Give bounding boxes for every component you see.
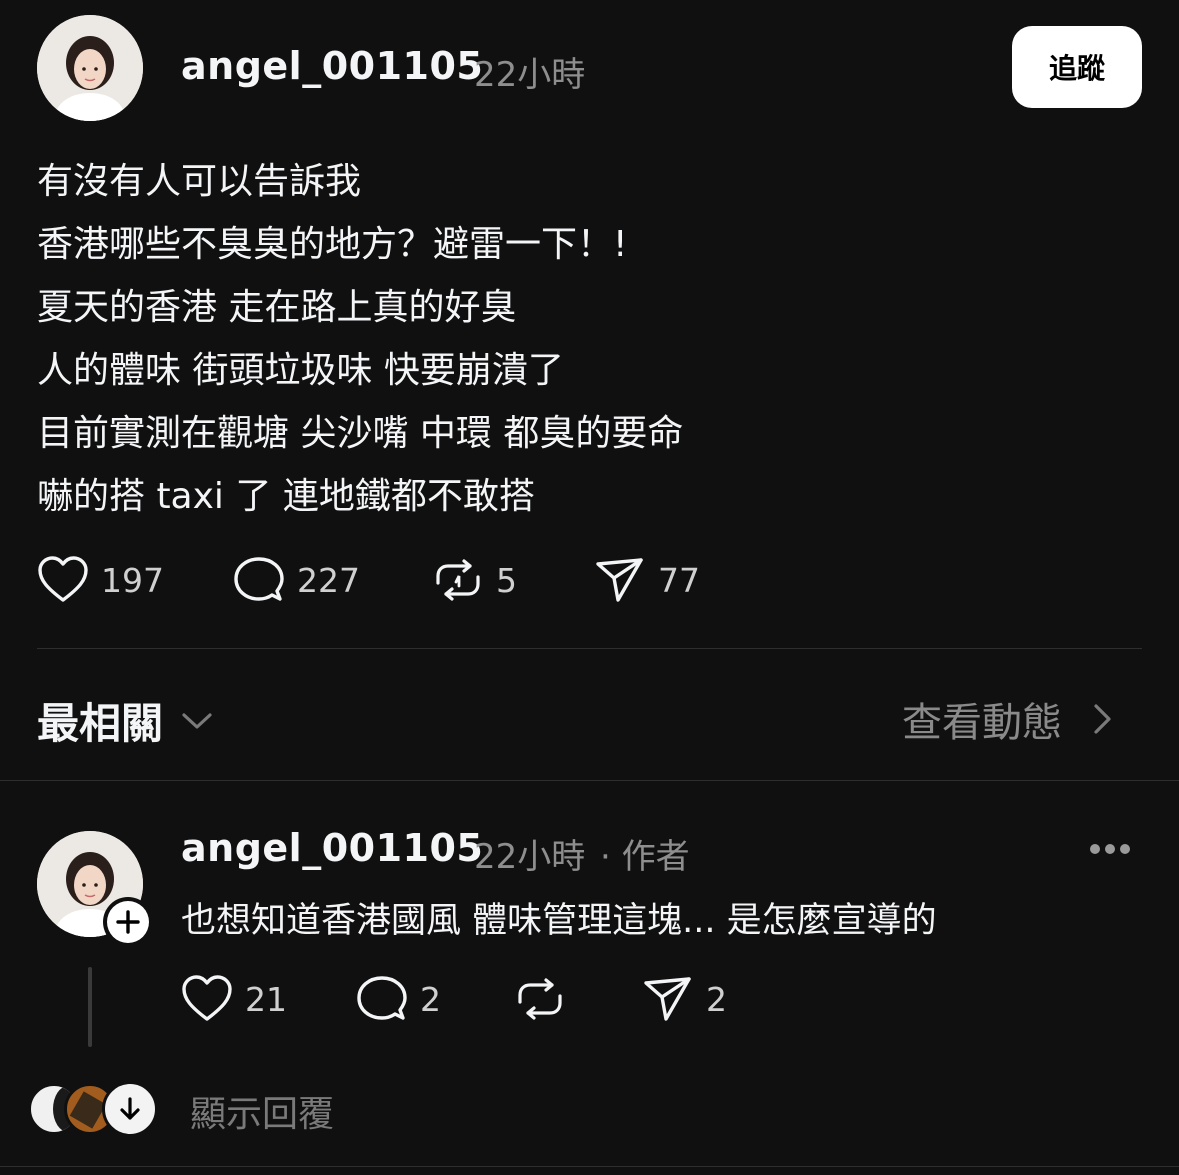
comment-icon [234, 557, 284, 601]
view-activity-label: 查看動態 [902, 700, 1062, 746]
post-divider [37, 648, 1142, 649]
view-activity-link[interactable]: 查看動態 [902, 690, 1122, 748]
post-line: 夏天的香港 走在路上真的好臭 [37, 287, 517, 328]
show-replies-link[interactable]: 顯示回覆 [190, 1085, 334, 1137]
post-username[interactable]: angel_001105 [181, 44, 483, 88]
share-icon [644, 977, 691, 1021]
share-button[interactable]: 77 [594, 555, 700, 605]
reply-repost-button[interactable] [514, 974, 566, 1024]
section-divider [0, 780, 1179, 781]
arrow-down-icon [120, 1097, 140, 1120]
reply-username[interactable]: angel_001105 [181, 826, 483, 870]
post-avatar[interactable] [37, 15, 143, 121]
reply-timestamp: 22小時 [474, 837, 586, 877]
heart-icon [182, 975, 232, 1021]
share-icon [596, 558, 643, 602]
author-badge: · 作者 [600, 837, 690, 877]
repost-icon [436, 559, 480, 601]
post-timestamp: 22小時 [474, 55, 586, 95]
reply-share-button[interactable]: 2 [642, 974, 727, 1024]
more-options-button[interactable] [1088, 840, 1132, 862]
post-text: 有沒有人可以告訴我 香港哪些不臭臭的地方？避雷一下！! 夏天的香港 走在路上真的… [37, 150, 1137, 528]
like-count: 197 [101, 560, 164, 600]
reply-comment-count: 2 [420, 979, 441, 1019]
comment-button[interactable]: 227 [233, 555, 360, 605]
sort-dropdown[interactable]: 最相關 [37, 690, 215, 751]
post-line: 目前實測在觀塘 尖沙嘴 中環 都臭的要命 [37, 413, 684, 454]
plus-icon [116, 910, 140, 934]
share-count: 77 [658, 560, 700, 600]
follow-button[interactable]: 追蹤 [1012, 26, 1142, 108]
replier-avatars [28, 1081, 158, 1137]
reply-like-count: 21 [245, 979, 287, 1019]
repost-count: 5 [496, 560, 517, 600]
sort-label: 最相關 [37, 699, 164, 748]
heart-icon [38, 556, 88, 602]
expand-replies-button[interactable] [102, 1081, 158, 1137]
chevron-right-icon [1094, 704, 1111, 734]
post-line: 人的體味 街頭垃圾味 快要崩潰了 [37, 350, 564, 391]
post-line: 有沒有人可以告訴我 [37, 161, 362, 202]
repost-button[interactable]: 5 [432, 555, 517, 605]
repost-icon [518, 978, 562, 1020]
post-line: 香港哪些不臭臭的地方？避雷一下！! [37, 224, 628, 265]
like-button[interactable]: 197 [37, 555, 164, 605]
chevron-down-icon [182, 712, 212, 729]
reply-like-button[interactable]: 21 [181, 974, 287, 1024]
comment-count: 227 [297, 560, 360, 600]
post-line: 嚇的搭 taxi 了 連地鐵都不敢搭 [37, 476, 535, 517]
reply-comment-button[interactable]: 2 [356, 974, 441, 1024]
avatar-image [37, 15, 143, 121]
thread-line [88, 967, 92, 1047]
comment-icon [357, 976, 407, 1020]
bottom-divider [0, 1166, 1179, 1167]
follow-plus-button[interactable] [103, 897, 153, 947]
reply-text: 也想知道香港國風 體味管理這塊... 是怎麼宣導的 [181, 901, 937, 941]
more-icon [1090, 844, 1130, 854]
reply-share-count: 2 [706, 979, 727, 1019]
